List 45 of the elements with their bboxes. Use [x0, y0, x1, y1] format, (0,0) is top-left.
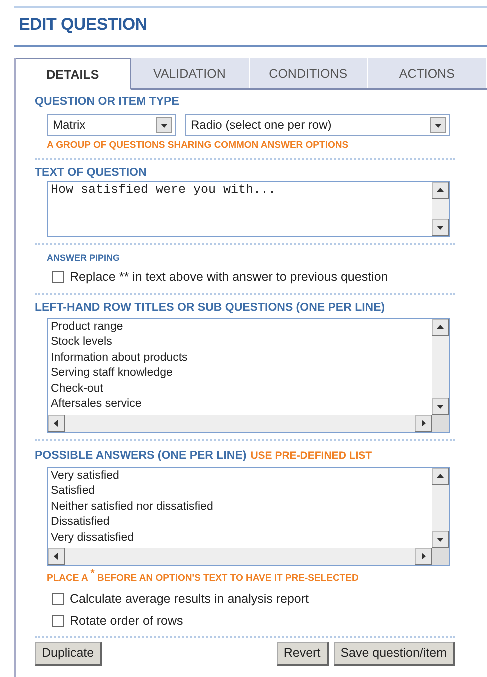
scroll-down-icon[interactable]: [432, 398, 449, 415]
scroll-right-icon[interactable]: [415, 414, 432, 432]
scroll-left-icon[interactable]: [48, 548, 65, 565]
checkbox-label: Replace ** in text above with answer to previous question: [70, 269, 388, 286]
checkbox[interactable]: [52, 614, 64, 627]
tab[interactable]: CONDITIONS: [250, 58, 368, 88]
section-label: POSSIBLE ANSWERS (ONE PER LINE): [35, 448, 247, 463]
tab[interactable]: DETAILS: [16, 58, 131, 90]
scrollbar-corner: [432, 414, 449, 432]
button[interactable]: Revert: [276, 642, 329, 666]
horizontal-scrollbar[interactable]: [48, 548, 432, 565]
hint-text: A GROUP OF QUESTIONS SHARING COMMON ANSWER OPTIONS: [46, 140, 350, 152]
scrollbar-corner: [432, 548, 449, 565]
tab[interactable]: ACTIONS: [368, 58, 487, 88]
subtype-dropdown[interactable]: Radio (select one per row): [185, 114, 450, 136]
scroll-left-icon[interactable]: [48, 414, 65, 432]
button[interactable]: Save question/item: [334, 642, 455, 666]
vertical-scrollbar[interactable]: [432, 468, 449, 548]
scroll-right-icon[interactable]: [415, 548, 432, 565]
field-text: Very satisfied Satisfied Neither satisfied nor dissatisfied Dissatisfied Very dissatisfied: [50, 468, 214, 546]
horizontal-scrollbar[interactable]: [48, 414, 432, 432]
type-dropdown[interactable]: Matrix: [47, 114, 176, 136]
field-text: Product range Stock levels Information about products Serving staff knowledge Check-out Aftersales service: [50, 320, 189, 412]
checkbox[interactable]: [52, 271, 64, 284]
field-text: How satisfied were you with...: [50, 182, 278, 199]
scroll-up-icon[interactable]: [432, 182, 449, 199]
section-label: TEXT OF QUESTION: [35, 166, 148, 180]
row-titles-field[interactable]: Product range Stock levels Information about products Serving staff knowledge Check-out Aftersales service: [47, 318, 450, 433]
scroll-up-icon[interactable]: [432, 318, 449, 336]
vertical-scrollbar[interactable]: [432, 182, 449, 236]
button[interactable]: Duplicate: [35, 642, 102, 666]
checkbox-label: Rotate order of rows: [70, 612, 184, 630]
scroll-down-icon[interactable]: [432, 219, 449, 236]
section-label: QUESTION OR ITEM TYPE: [35, 95, 180, 109]
question-text-field[interactable]: How satisfied were you with...: [47, 181, 450, 237]
scroll-up-icon[interactable]: [432, 468, 449, 485]
answers-field[interactable]: Very satisfied Satisfied Neither satisfied nor dissatisfied Dissatisfied Very dissatisfied: [47, 466, 450, 566]
section-label: ANSWER PIPING: [46, 252, 122, 265]
page-title: EDIT QUESTION: [19, 14, 148, 36]
checkbox-label: Calculate average results in analysis report: [70, 590, 310, 608]
section-label: LEFT-HAND ROW TITLES OR SUB QUESTIONS (ONE PER LINE): [35, 300, 386, 315]
vertical-scrollbar[interactable]: [432, 318, 449, 415]
checkbox[interactable]: [52, 593, 64, 606]
tab[interactable]: VALIDATION: [130, 58, 250, 88]
scroll-down-icon[interactable]: [432, 530, 449, 548]
